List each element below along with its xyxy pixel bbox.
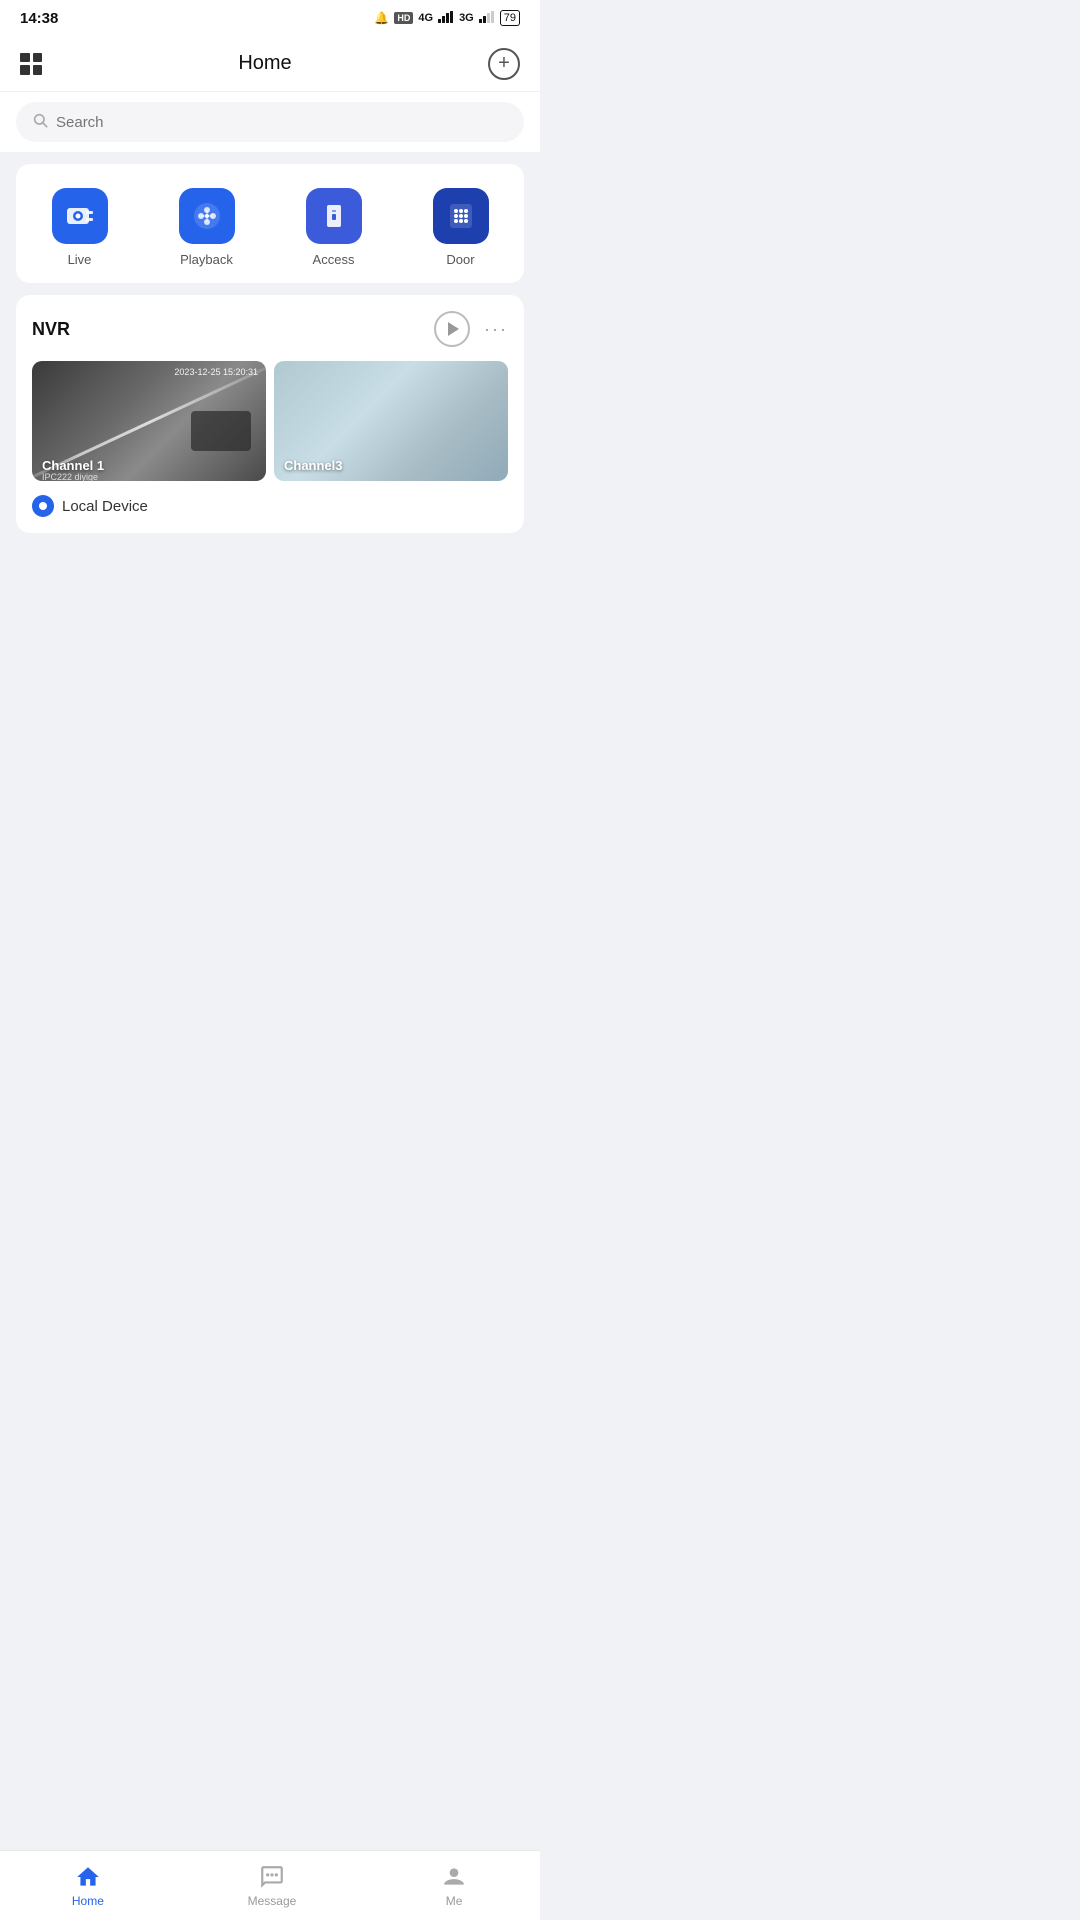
network-4g: 4G	[418, 12, 433, 24]
channel3-name: Channel3	[284, 458, 343, 473]
channel1-timestamp: 2023-12-25 15:20:31	[174, 367, 258, 377]
nav-me[interactable]: Me	[440, 1863, 468, 1908]
nav-me-label: Me	[446, 1894, 463, 1908]
status-time: 14:38	[20, 10, 58, 27]
signal-bars-4g	[438, 11, 454, 26]
camera-channel-3[interactable]: Channel3	[274, 361, 508, 481]
quick-actions-panel: Live Playback	[16, 164, 524, 283]
action-access[interactable]: Access	[306, 188, 362, 267]
access-label: Access	[313, 252, 355, 267]
live-icon	[52, 188, 108, 244]
alarm-icon: 🔔	[374, 11, 389, 25]
door-label: Door	[446, 252, 474, 267]
nvr-more-button[interactable]: ···	[484, 319, 508, 340]
battery-icon: 79	[500, 10, 520, 26]
signal-bars-3g	[479, 11, 495, 26]
live-label: Live	[68, 252, 92, 267]
action-live[interactable]: Live	[52, 188, 108, 267]
action-playback[interactable]: Playback	[179, 188, 235, 267]
message-icon	[258, 1863, 286, 1891]
grid-menu-icon[interactable]	[20, 53, 42, 75]
nvr-title: NVR	[32, 319, 70, 340]
search-input[interactable]	[56, 114, 508, 131]
action-door[interactable]: Door	[433, 188, 489, 267]
door-icon	[433, 188, 489, 244]
home-icon	[74, 1863, 102, 1891]
camera-grid: 2023-12-25 15:20:31 Channel 1 IPC222 diy…	[32, 361, 508, 481]
local-device-icon	[32, 495, 54, 517]
nvr-play-button[interactable]	[434, 311, 470, 347]
bottom-navigation: Home Message Me	[0, 1850, 540, 1920]
nvr-controls: ···	[434, 311, 508, 347]
nvr-header: NVR ···	[32, 311, 508, 347]
playback-icon	[179, 188, 235, 244]
channel1-sublabel: IPC222 diyige	[42, 472, 98, 481]
camera-channel-1[interactable]: 2023-12-25 15:20:31 Channel 1 IPC222 diy…	[32, 361, 266, 481]
local-device-label: Local Device	[62, 498, 148, 515]
network-3g: 3G	[459, 12, 474, 24]
nvr-section: NVR ··· 2023-12-25 15:20:31 Channel 1 IP…	[16, 295, 524, 533]
playback-label: Playback	[180, 252, 233, 267]
page-title: Home	[238, 52, 291, 75]
status-icons: 🔔 HD 4G 3G 79	[374, 10, 520, 26]
search-container	[0, 92, 540, 152]
nav-home[interactable]: Home	[72, 1863, 104, 1908]
add-button[interactable]: +	[488, 48, 520, 80]
nav-home-label: Home	[72, 1894, 104, 1908]
hd-badge: HD	[394, 12, 413, 24]
status-bar: 14:38 🔔 HD 4G 3G 79	[0, 0, 540, 36]
local-device-row[interactable]: Local Device	[32, 495, 508, 517]
search-icon	[32, 112, 48, 133]
channel1-name: Channel 1	[42, 458, 104, 473]
nav-message-label: Message	[248, 1894, 297, 1908]
nav-message[interactable]: Message	[248, 1863, 297, 1908]
search-bar[interactable]	[16, 102, 524, 142]
me-icon	[440, 1863, 468, 1891]
app-header: Home +	[0, 36, 540, 92]
access-icon	[306, 188, 362, 244]
